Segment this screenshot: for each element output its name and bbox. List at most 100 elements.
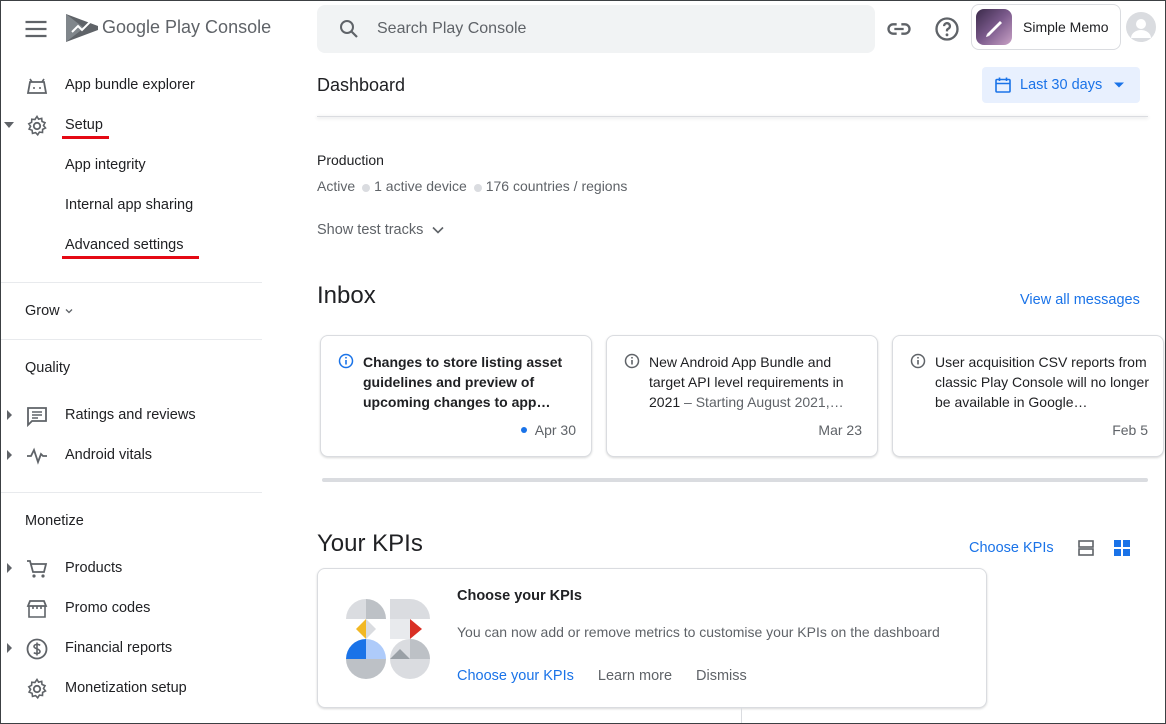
view-all-messages-link[interactable]: View all messages xyxy=(1020,292,1140,308)
caret-down-icon[interactable] xyxy=(4,120,14,130)
kpi-illustration-icon xyxy=(346,597,430,686)
sidebar-item-label: Advanced settings xyxy=(65,237,184,253)
list-view-icon[interactable] xyxy=(1076,538,1096,558)
menu-icon[interactable] xyxy=(22,15,50,43)
store-icon xyxy=(25,597,49,621)
cart-icon xyxy=(25,557,49,581)
choose-kpis-link[interactable]: Choose KPIs xyxy=(969,540,1054,556)
gear-icon xyxy=(25,677,49,701)
sidebar-item-label: Setup xyxy=(65,117,103,133)
message-text: Changes to store listing asset guideline… xyxy=(363,354,563,410)
unread-dot xyxy=(520,427,527,433)
learn-more-button[interactable]: Learn more xyxy=(598,668,672,684)
app-icon xyxy=(976,9,1012,45)
message-text-block: New Android App Bundle and target API le… xyxy=(649,352,865,412)
sidebar-section-monetize: Monetize xyxy=(25,513,84,529)
kpi-card-title: Choose your KPIs xyxy=(457,588,582,604)
sidebar-item-label: App integrity xyxy=(65,157,146,173)
sidebar-item-products[interactable]: Products xyxy=(0,551,262,587)
caret-right-icon[interactable] xyxy=(4,450,14,460)
sidebar-item-promo-codes[interactable]: Promo codes xyxy=(0,591,262,627)
caret-down-icon xyxy=(1114,80,1124,90)
separator-dot xyxy=(362,184,371,192)
choose-your-kpis-button[interactable]: Choose your KPIs xyxy=(457,668,574,684)
production-title: Production xyxy=(317,152,384,168)
grid-view-icon[interactable] xyxy=(1112,538,1132,558)
search-icon xyxy=(337,17,361,41)
help-icon[interactable] xyxy=(933,15,961,43)
date-range-button[interactable]: Last 30 days xyxy=(982,67,1140,103)
show-test-tracks-toggle[interactable]: Show test tracks xyxy=(317,222,445,238)
info-icon xyxy=(910,353,926,369)
message-date-row: Feb 5 xyxy=(1112,422,1148,438)
sidebar-section-quality: Quality xyxy=(25,360,71,376)
sidebar-item-label: App bundle explorer xyxy=(65,77,195,93)
show-test-tracks-label: Show test tracks xyxy=(317,222,424,238)
sidebar-item-ratings-and-reviews[interactable]: Ratings and reviews xyxy=(0,398,262,434)
date-range-label: Last 30 days xyxy=(1020,77,1103,93)
gear-icon xyxy=(25,114,49,138)
sidebar-item-label: Monetization setup xyxy=(65,680,187,696)
active-devices: 1 active device xyxy=(374,178,467,194)
production-status-row: Active 1 active device 176 countries / r… xyxy=(317,178,627,194)
kpis-heading: Your KPIs xyxy=(317,530,423,557)
account-avatar[interactable] xyxy=(1126,12,1156,42)
app-logo-text: Google Play Console xyxy=(102,17,272,37)
sidebar-item-internal-app-sharing[interactable]: Internal app sharing xyxy=(0,188,262,224)
sidebar-item-label: Ratings and reviews xyxy=(65,407,196,423)
inbox-message-card[interactable]: New Android App Bundle and target API le… xyxy=(606,335,878,457)
inbox-heading: Inbox xyxy=(317,282,376,309)
app-name: Simple Memo xyxy=(1023,19,1109,35)
message-date: Apr 30 xyxy=(534,422,576,438)
message-text: User acquisition CSV reports from classi… xyxy=(935,354,1149,410)
dismiss-button[interactable]: Dismiss xyxy=(696,668,747,684)
caret-right-icon[interactable] xyxy=(4,643,14,653)
chevron-down-icon xyxy=(64,306,74,316)
vitals-icon xyxy=(25,444,49,468)
message-date-row: Mar 23 xyxy=(818,422,862,438)
sidebar-item-app-integrity[interactable]: App integrity xyxy=(0,148,262,184)
choose-kpis-card: Choose your KPIs You can now add or remo… xyxy=(317,568,987,708)
dollar-icon xyxy=(25,637,49,661)
sidebar-item-android-vitals[interactable]: Android vitals xyxy=(0,438,262,474)
setup-highlight-underline xyxy=(62,136,109,139)
sidebar-item-label: Financial reports xyxy=(65,640,173,656)
search-input[interactable] xyxy=(377,17,837,41)
production-status: Active xyxy=(317,178,356,194)
android-icon xyxy=(25,74,49,98)
inbox-message-card[interactable]: User acquisition CSV reports from classi… xyxy=(892,335,1164,457)
message-subtext: – Starting August 2021,… xyxy=(680,394,844,410)
info-icon xyxy=(338,353,354,369)
sidebar-divider xyxy=(0,339,262,340)
chevron-down-icon xyxy=(431,223,445,237)
caret-right-icon[interactable] xyxy=(4,410,14,420)
message-date-row: Apr 30 xyxy=(520,422,576,438)
review-icon xyxy=(25,404,49,428)
sidebar-divider xyxy=(0,282,262,283)
sidebar-divider xyxy=(0,492,262,493)
message-date: Mar 23 xyxy=(818,422,862,438)
header-divider xyxy=(317,116,1148,117)
search-bar[interactable] xyxy=(317,5,875,53)
sidebar-item-monetization-setup[interactable]: Monetization setup xyxy=(0,671,262,707)
countries-count: 176 countries / regions xyxy=(485,178,628,194)
column-divider xyxy=(741,708,742,724)
sidebar-item-label: Internal app sharing xyxy=(65,197,194,213)
sidebar-section-grow[interactable]: Grow xyxy=(25,303,74,319)
play-console-logo-icon xyxy=(64,12,100,44)
sidebar-item-setup[interactable]: Setup xyxy=(0,108,262,144)
page-title: Dashboard xyxy=(317,75,406,95)
sidebar-item-app-bundle-explorer[interactable]: App bundle explorer xyxy=(0,68,262,104)
sidebar-item-label: Promo codes xyxy=(65,600,151,616)
sidebar-item-label: Android vitals xyxy=(65,447,153,463)
inbox-horizontal-scrollbar[interactable] xyxy=(322,478,1148,482)
kpi-card-description: You can now add or remove metrics to cus… xyxy=(457,624,940,640)
caret-right-icon[interactable] xyxy=(4,563,14,573)
link-icon[interactable] xyxy=(885,15,913,43)
inbox-message-card[interactable]: Changes to store listing asset guideline… xyxy=(320,335,592,457)
kpi-card-actions: Choose your KPIs Learn more Dismiss xyxy=(457,668,747,684)
advanced-settings-highlight-underline xyxy=(62,256,199,259)
sidebar-item-financial-reports[interactable]: Financial reports xyxy=(0,631,262,667)
message-date: Feb 5 xyxy=(1112,422,1148,438)
app-selector[interactable]: Simple Memo xyxy=(971,4,1121,50)
